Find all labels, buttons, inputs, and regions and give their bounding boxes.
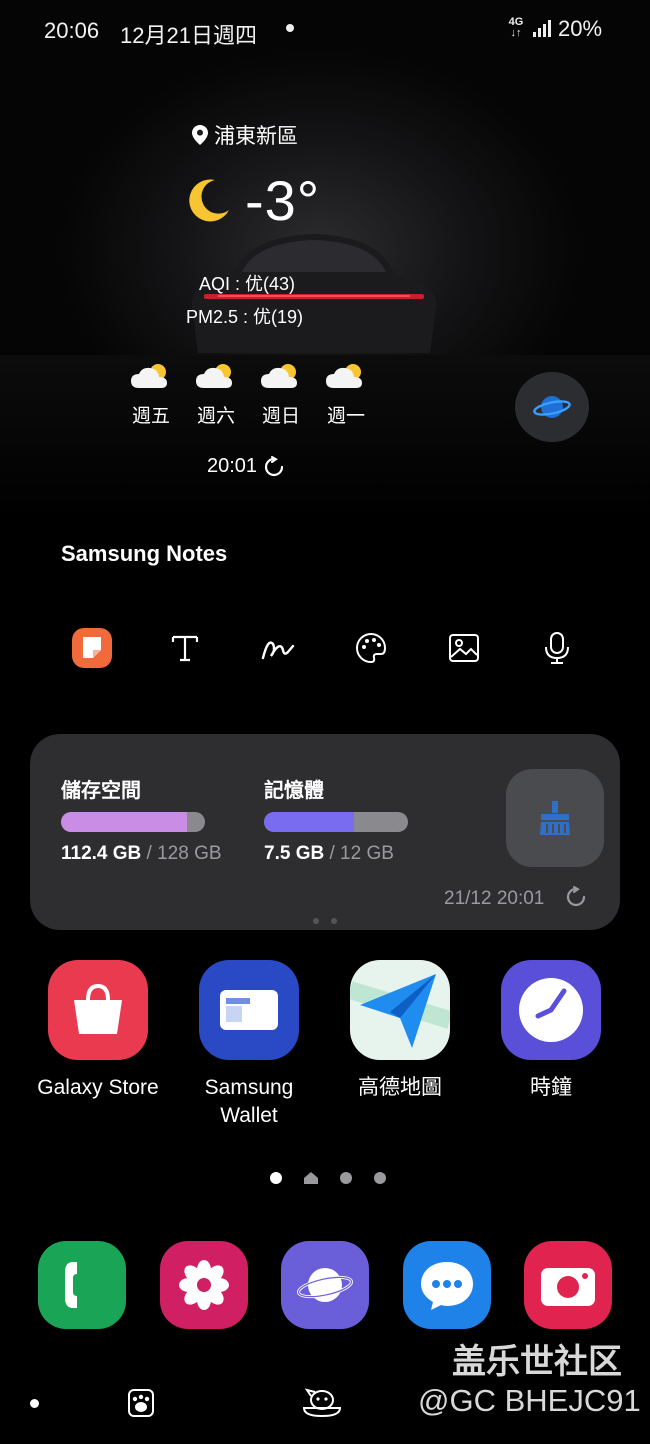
image-note-button[interactable] <box>442 626 486 670</box>
storage-used: 112.4 GB <box>61 843 142 864</box>
drawing-note-button[interactable] <box>349 626 393 670</box>
refresh-icon <box>265 455 284 476</box>
memory-total: / 12 GB <box>324 843 394 864</box>
internet-shortcut-button[interactable] <box>515 372 589 442</box>
app-label: Galaxy Store <box>37 1076 159 1099</box>
refresh-icon[interactable] <box>565 886 587 908</box>
camera-icon[interactable] <box>524 1241 612 1329</box>
storage-bar-fill <box>61 812 188 832</box>
widget-timestamp: 21/12 20:01 <box>444 888 545 909</box>
galaxy-store-icon <box>48 960 148 1060</box>
app-label: 高德地圖 <box>358 1076 442 1099</box>
widget-page-dot <box>313 918 319 924</box>
forecast-day: 週五 <box>126 362 176 428</box>
palette-icon <box>356 632 387 664</box>
page-dot <box>340 1172 352 1184</box>
forecast-day: 週一 <box>321 362 371 428</box>
forecast-day-label: 週一 <box>326 406 365 427</box>
watermark-handle: @GC BHEJC91 <box>418 1383 641 1418</box>
handwriting-icon <box>261 641 295 660</box>
notes-widget-title[interactable]: Samsung Notes <box>61 541 227 567</box>
paw-icon[interactable] <box>126 1386 156 1418</box>
dog-icon[interactable] <box>300 1386 344 1420</box>
app-amap[interactable]: 高德地圖 <box>325 960 475 1102</box>
location-pin-icon <box>192 125 208 145</box>
status-time: 20:06 <box>44 18 100 43</box>
forecast-day-label: 週五 <box>131 406 170 427</box>
broom-icon <box>540 801 570 835</box>
temperature[interactable]: -3° <box>245 168 320 233</box>
pm25-text: PM2.5 : 优(19) <box>186 307 304 327</box>
forecast-day-label: 週六 <box>196 406 235 427</box>
forecast-day-label: 週日 <box>261 406 300 427</box>
voice-note-button[interactable] <box>535 626 579 670</box>
internet-icon[interactable] <box>281 1241 369 1329</box>
app-galaxy-store[interactable]: Galaxy Store <box>23 960 173 1102</box>
moon-icon <box>189 179 229 222</box>
weather-refresh[interactable]: 20:01 <box>207 455 285 478</box>
microphone-icon <box>545 632 569 664</box>
partly-cloudy-icon <box>261 364 297 388</box>
battery-level: 20% <box>558 16 603 41</box>
partly-cloudy-icon <box>196 364 232 388</box>
storage-bar <box>61 812 205 832</box>
weather-updated-time: 20:01 <box>207 455 258 477</box>
memory-label: 記憶體 <box>264 780 324 802</box>
forecast-day: 週日 <box>256 362 306 428</box>
amap-icon <box>350 960 450 1060</box>
app-label: 時鐘 <box>530 1076 572 1099</box>
new-note-button[interactable] <box>70 626 114 670</box>
page-dot <box>374 1172 386 1184</box>
app-label: Samsung Wallet <box>204 1076 294 1127</box>
watermark-title: 盖乐世社区 <box>452 1343 622 1381</box>
app-clock[interactable]: 時鐘 <box>476 960 626 1102</box>
home-page-indicator[interactable] <box>270 1172 386 1184</box>
notification-dot-icon <box>286 24 294 32</box>
text-icon <box>171 635 199 662</box>
storage-label: 儲存空間 <box>61 780 141 802</box>
forecast-day: 週六 <box>191 362 241 428</box>
memory-used: 7.5 GB <box>264 843 325 864</box>
memory-bar-fill <box>264 812 354 832</box>
image-icon <box>449 634 479 662</box>
clock-icon <box>501 960 601 1060</box>
samsung-wallet-icon <box>199 960 299 1060</box>
clean-memory-button[interactable] <box>506 769 604 867</box>
signal-icon <box>533 20 551 37</box>
gallery-icon[interactable] <box>160 1241 248 1329</box>
aqi-text: AQI : 优(43) <box>199 274 296 294</box>
messages-icon[interactable] <box>403 1241 491 1329</box>
network-type-icon: 4G ↓↑ <box>508 16 524 39</box>
nav-dot[interactable] <box>30 1399 39 1408</box>
partly-cloudy-icon <box>131 364 167 388</box>
handwriting-note-button[interactable] <box>256 626 300 670</box>
location-name: 浦東新區 <box>214 125 298 148</box>
status-date: 12月21日週四 <box>120 23 257 48</box>
storage-total: / 128 GB <box>141 843 222 864</box>
memory-usage: 7.5 GB / 12 GB <box>264 843 394 865</box>
partly-cloudy-icon <box>326 364 362 388</box>
app-samsung-wallet[interactable]: Samsung Wallet <box>174 960 324 1130</box>
widget-page-dot <box>331 918 337 924</box>
planet-icon <box>533 396 571 418</box>
weather-location[interactable]: 浦東新區 <box>192 120 298 150</box>
new-note-icon <box>72 628 112 668</box>
home-page-icon <box>304 1172 318 1184</box>
memory-bar <box>264 812 408 832</box>
phone-icon[interactable] <box>38 1241 126 1329</box>
page-dot-active <box>270 1172 282 1184</box>
storage-usage: 112.4 GB / 128 GB <box>61 843 222 865</box>
text-note-button[interactable] <box>163 626 207 670</box>
